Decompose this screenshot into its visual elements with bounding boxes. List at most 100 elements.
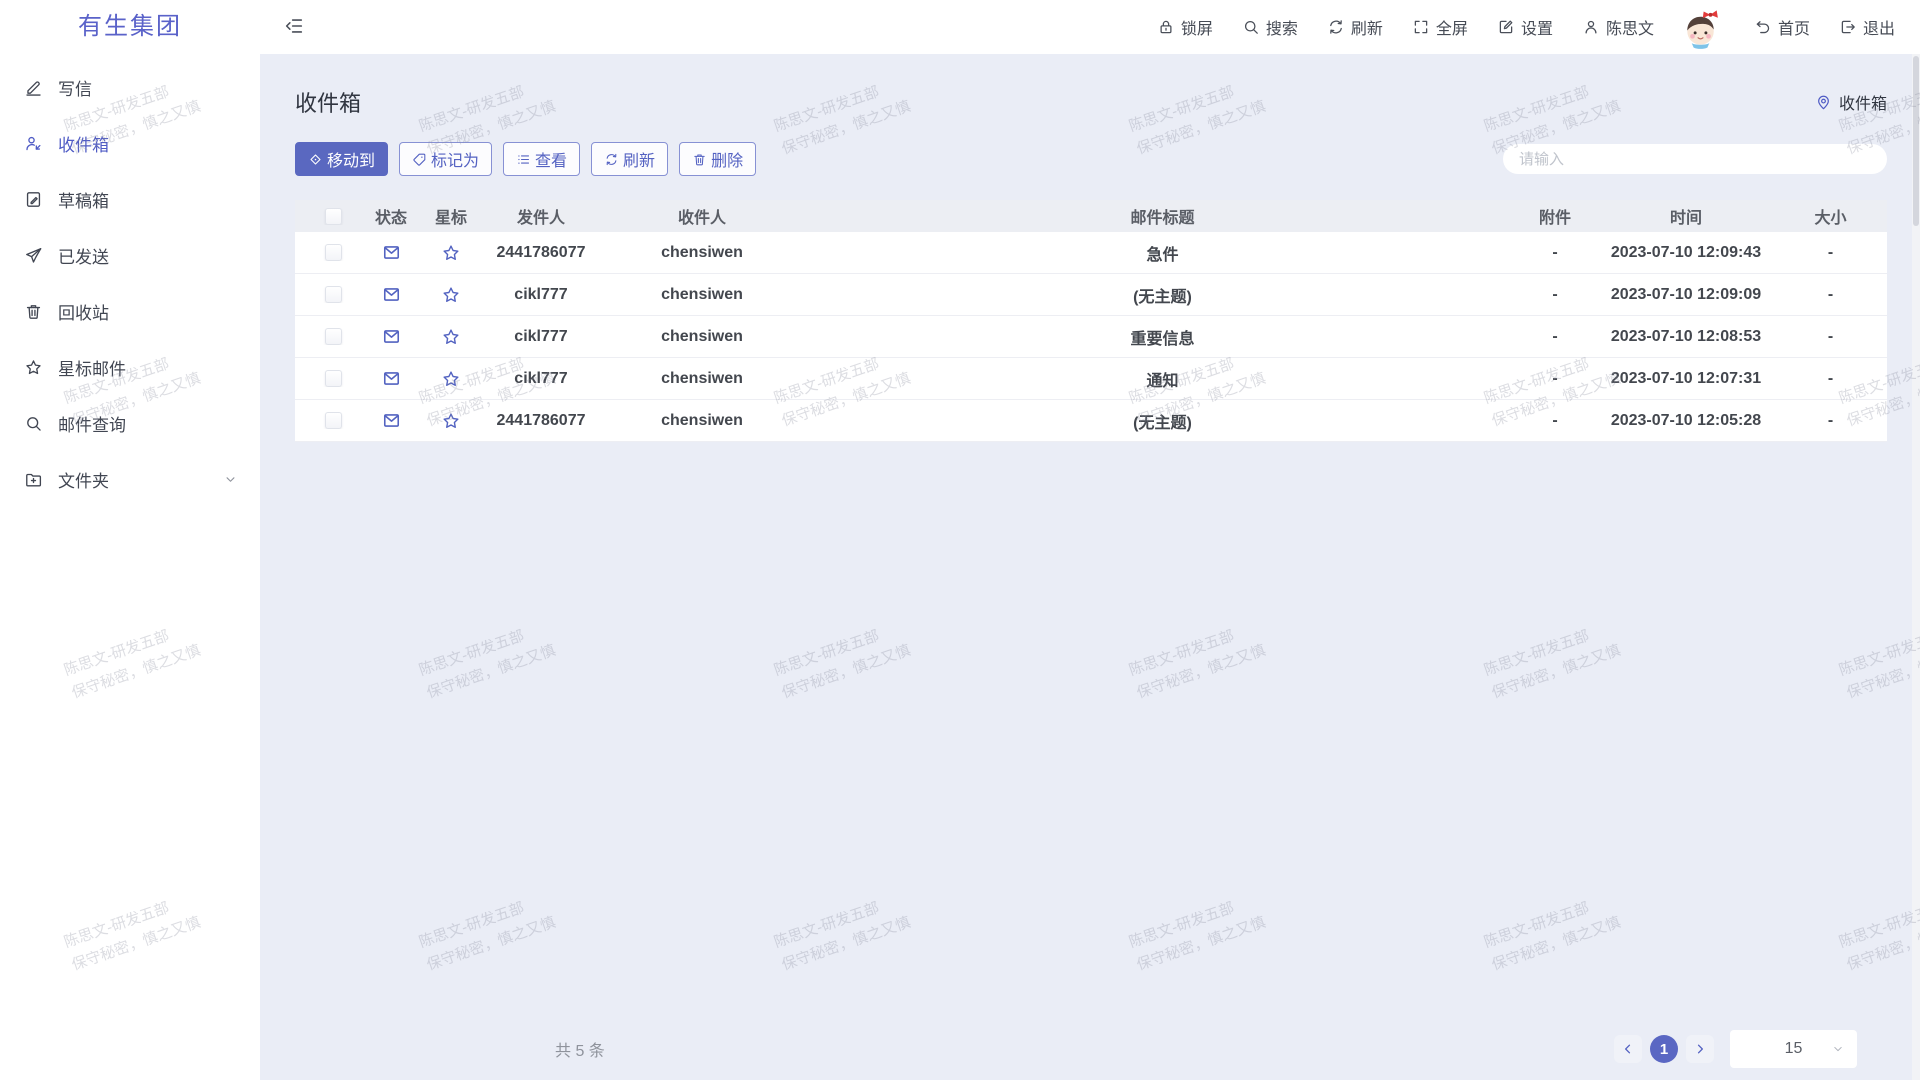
chevron-left-icon bbox=[1621, 1042, 1635, 1056]
star-icon[interactable] bbox=[441, 285, 461, 305]
button-label: 查看 bbox=[535, 147, 567, 171]
topbar-item-label: 全屏 bbox=[1436, 15, 1468, 39]
sidebar-item-trash[interactable]: 回收站 bbox=[0, 283, 260, 339]
sidebar-item-compose[interactable]: 写信 bbox=[0, 59, 260, 115]
total-count: 共 5 条 bbox=[555, 1037, 605, 1061]
toolbar-buttons: 移动到 标记为 查看 刷新删除 bbox=[295, 142, 767, 176]
user-avatar[interactable] bbox=[1678, 3, 1725, 52]
page-size-select[interactable]: 15 bbox=[1730, 1030, 1857, 1068]
sidebar-item-drafts[interactable]: 草稿箱 bbox=[0, 171, 260, 227]
mark-icon bbox=[412, 152, 427, 167]
topbar-item-label: 退出 bbox=[1863, 15, 1895, 39]
topbar-item-fullscreen[interactable]: 全屏 bbox=[1412, 15, 1468, 39]
column-header: 时间 bbox=[1598, 204, 1774, 228]
star-icon[interactable] bbox=[441, 411, 461, 431]
prev-page-button[interactable] bbox=[1614, 1035, 1642, 1063]
topbar-menu-session: 首页 退出 bbox=[1725, 0, 1895, 54]
mark-button[interactable]: 标记为 bbox=[399, 142, 492, 176]
envelope-icon bbox=[382, 327, 401, 346]
page-number[interactable]: 1 bbox=[1650, 1035, 1678, 1063]
sidebar-item-starred[interactable]: 星标邮件 bbox=[0, 339, 260, 395]
topbar-item-search[interactable]: 搜索 bbox=[1242, 15, 1298, 39]
mail-table: 状态星标发件人收件人邮件标题附件时间大小 2441786077 chensiwe… bbox=[295, 200, 1887, 442]
scrollbar[interactable] bbox=[1912, 54, 1920, 1080]
select-all-checkbox[interactable] bbox=[325, 208, 342, 225]
cell-subject: (无主题) bbox=[813, 283, 1512, 307]
topbar-menu-main: 锁屏 搜索 刷新 全屏 设置 陈思文 bbox=[1128, 0, 1654, 54]
home-icon bbox=[1754, 18, 1772, 36]
topbar-item-refresh[interactable]: 刷新 bbox=[1327, 15, 1383, 39]
sidebar-item-folders[interactable]: 文件夹 bbox=[0, 451, 260, 507]
cell-recipient: chensiwen bbox=[591, 244, 813, 262]
topbar-item-logout[interactable]: 退出 bbox=[1839, 15, 1895, 39]
envelope-icon bbox=[382, 243, 401, 262]
cell-time: 2023-07-10 12:09:09 bbox=[1598, 286, 1774, 304]
button-label: 刷新 bbox=[623, 147, 655, 171]
collapse-sidebar-icon[interactable] bbox=[281, 14, 307, 40]
sidebar-item-label: 星标邮件 bbox=[58, 355, 126, 380]
view-button[interactable]: 查看 bbox=[503, 142, 580, 176]
main-content: 收件箱 收件箱 移动到标记为查看刷新删除 状态星标发件人收件人邮件标题附件时间大… bbox=[260, 54, 1920, 1080]
view-icon bbox=[516, 152, 531, 167]
button-label: 标记为 bbox=[431, 147, 479, 171]
menu-fold-icon bbox=[283, 15, 305, 37]
column-header: 邮件标题 bbox=[813, 204, 1512, 228]
table-body: 2441786077 chensiwen 急件 - 2023-07-10 12:… bbox=[295, 232, 1887, 442]
cell-size: - bbox=[1774, 244, 1887, 262]
star-icon[interactable] bbox=[441, 369, 461, 389]
star-icon[interactable] bbox=[441, 243, 461, 263]
sidebar-item-label: 邮件查询 bbox=[58, 411, 126, 436]
settings-icon bbox=[1497, 18, 1515, 36]
cell-size: - bbox=[1774, 370, 1887, 388]
topbar-menu: 锁屏 搜索 刷新 全屏 设置 陈思文 首页 退出 bbox=[1128, 0, 1895, 54]
logout-icon bbox=[1839, 18, 1857, 36]
cell-recipient: chensiwen bbox=[591, 412, 813, 430]
pagination: 1 15 bbox=[1614, 1030, 1887, 1068]
envelope-icon bbox=[382, 369, 401, 388]
sidebar: 写信 收件箱 草稿箱 已发送 回收站 星标邮件 邮件查询 文件夹 bbox=[0, 54, 260, 1080]
refresh-button[interactable]: 刷新 bbox=[591, 142, 668, 176]
refresh-icon bbox=[604, 152, 619, 167]
cell-subject: 通知 bbox=[813, 367, 1512, 391]
delete-button[interactable]: 删除 bbox=[679, 142, 756, 176]
mail-search-icon bbox=[24, 414, 43, 433]
page-size-value: 15 bbox=[1785, 1040, 1803, 1058]
cell-time: 2023-07-10 12:07:31 bbox=[1598, 370, 1774, 388]
row-checkbox[interactable] bbox=[325, 412, 342, 429]
trash-icon bbox=[692, 152, 707, 167]
row-checkbox[interactable] bbox=[325, 370, 342, 387]
topbar-item-label: 搜索 bbox=[1266, 15, 1298, 39]
cell-size: - bbox=[1774, 412, 1887, 430]
cell-recipient: chensiwen bbox=[591, 328, 813, 346]
move-button[interactable]: 移动到 bbox=[295, 142, 388, 176]
row-checkbox[interactable] bbox=[325, 286, 342, 303]
table-row[interactable]: cikl777 chensiwen (无主题) - 2023-07-10 12:… bbox=[295, 274, 1887, 316]
sidebar-item-sent[interactable]: 已发送 bbox=[0, 227, 260, 283]
topbar-item-lock[interactable]: 锁屏 bbox=[1157, 15, 1213, 39]
table-row[interactable]: 2441786077 chensiwen (无主题) - 2023-07-10 … bbox=[295, 400, 1887, 442]
table-row[interactable]: cikl777 chensiwen 重要信息 - 2023-07-10 12:0… bbox=[295, 316, 1887, 358]
row-checkbox[interactable] bbox=[325, 328, 342, 345]
sidebar-nav: 写信 收件箱 草稿箱 已发送 回收站 星标邮件 邮件查询 文件夹 bbox=[0, 59, 260, 507]
table-row[interactable]: 2441786077 chensiwen 急件 - 2023-07-10 12:… bbox=[295, 232, 1887, 274]
star-icon[interactable] bbox=[441, 327, 461, 347]
inbox-icon bbox=[24, 134, 43, 153]
cell-attachment: - bbox=[1512, 370, 1598, 388]
row-checkbox[interactable] bbox=[325, 244, 342, 261]
column-header: 状态 bbox=[371, 204, 411, 228]
topbar-item-settings[interactable]: 设置 bbox=[1497, 15, 1553, 39]
scrollbar-thumb[interactable] bbox=[1913, 56, 1919, 226]
topbar-item-label: 陈思文 bbox=[1606, 15, 1654, 39]
table-row[interactable]: cikl777 chensiwen 通知 - 2023-07-10 12:07:… bbox=[295, 358, 1887, 400]
sidebar-item-inbox[interactable]: 收件箱 bbox=[0, 115, 260, 171]
topbar-item-username[interactable]: 陈思文 bbox=[1582, 15, 1654, 39]
topbar-item-home[interactable]: 首页 bbox=[1754, 15, 1810, 39]
topbar: 有生集团 锁屏搜索刷新全屏设置陈思文 首页退出 bbox=[0, 0, 1920, 54]
next-page-button[interactable] bbox=[1686, 1035, 1714, 1063]
cell-time: 2023-07-10 12:05:28 bbox=[1598, 412, 1774, 430]
cell-recipient: chensiwen bbox=[591, 370, 813, 388]
sidebar-item-mailquery[interactable]: 邮件查询 bbox=[0, 395, 260, 451]
search-input[interactable] bbox=[1503, 144, 1887, 174]
compose-icon bbox=[24, 78, 43, 97]
move-icon bbox=[308, 152, 323, 167]
